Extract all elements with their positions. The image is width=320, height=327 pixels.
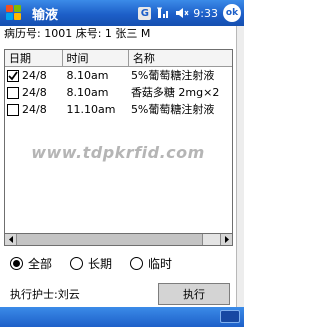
- app-title: 输液: [32, 7, 59, 23]
- row-checkbox[interactable]: [7, 86, 19, 99]
- column-header-name[interactable]: 名称: [129, 50, 232, 66]
- scroll-thumb[interactable]: [17, 234, 203, 245]
- row-name: 5%葡萄糖注射液: [130, 69, 215, 82]
- table-row[interactable]: 24/8 8.10am 5%葡萄糖注射液: [5, 67, 232, 84]
- row-name: 香菇多糖 2mg×2: [130, 86, 220, 99]
- radio-label: 长期: [88, 256, 113, 271]
- filter-radio-group: 全部 长期 临时: [10, 254, 190, 272]
- row-name: 5%葡萄糖注射液: [130, 103, 215, 116]
- bottom-menu-bar: [0, 307, 244, 327]
- table-row[interactable]: 24/8 8.10am 香菇多糖 2mg×2: [5, 84, 232, 101]
- radio-label: 全部: [28, 256, 53, 271]
- checkmark-icon: [8, 70, 18, 80]
- clock[interactable]: 9:33: [193, 7, 218, 20]
- signal-icon[interactable]: [157, 7, 170, 19]
- table-header: 日期 时间 名称: [5, 50, 232, 67]
- scroll-left-button[interactable]: [5, 234, 17, 245]
- patient-info: 病历号: 1001 床号: 1 张三 M: [4, 27, 151, 40]
- row-time: 8.10am: [66, 86, 109, 99]
- column-header-time[interactable]: 时间: [63, 50, 129, 66]
- radio-all[interactable]: 全部: [10, 255, 52, 272]
- radio-temporary[interactable]: 临时: [130, 255, 172, 272]
- row-checkbox[interactable]: [7, 103, 19, 116]
- table-row[interactable]: 24/8 11.10am 5%葡萄糖注射液: [5, 101, 232, 118]
- arrow-left-icon: [8, 236, 13, 243]
- system-tray: G 9:33 ok: [138, 0, 244, 26]
- scroll-right-button[interactable]: [220, 234, 232, 245]
- row-date: 24/8: [22, 103, 47, 116]
- speaker-icon[interactable]: [175, 7, 189, 19]
- row-time: 8.10am: [66, 69, 109, 82]
- horizontal-scrollbar[interactable]: [4, 234, 233, 246]
- column-header-date[interactable]: 日期: [5, 50, 63, 66]
- keyboard-icon[interactable]: [220, 310, 240, 323]
- row-checkbox[interactable]: [7, 69, 19, 82]
- ok-button[interactable]: ok: [223, 4, 241, 22]
- execute-button[interactable]: 执行: [158, 283, 230, 305]
- arrow-right-icon: [224, 236, 229, 243]
- radio-button[interactable]: [10, 256, 23, 270]
- radio-long-term[interactable]: 长期: [70, 255, 112, 272]
- radio-button[interactable]: [130, 256, 144, 270]
- radio-button[interactable]: [70, 256, 84, 270]
- windows-start-icon[interactable]: [5, 4, 23, 22]
- radio-label: 临时: [148, 256, 173, 271]
- vertical-scroll-rail[interactable]: [236, 26, 244, 316]
- infusion-table: 日期 时间 名称 24/8 8.10am 5%葡萄糖注射液 24/8 8.10a…: [4, 49, 233, 234]
- row-date: 24/8: [22, 69, 47, 82]
- nurse-label: 执行护士:刘云: [10, 288, 80, 301]
- network-icon[interactable]: G: [138, 6, 152, 20]
- row-time: 11.10am: [66, 103, 116, 116]
- row-date: 24/8: [22, 86, 47, 99]
- title-bar: 输液 G 9:33 ok: [0, 0, 244, 26]
